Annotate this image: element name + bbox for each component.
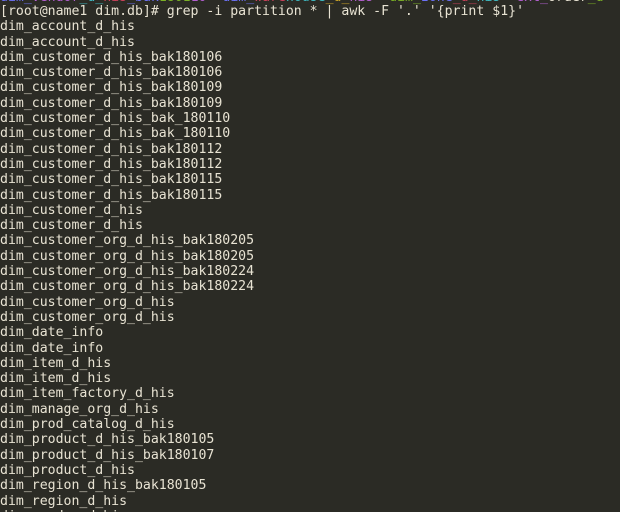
output-line: dim_customer_d_his <box>0 218 143 234</box>
output-line: dim_customer_d_his_bak180115 <box>0 172 223 188</box>
output-line: dim_customer_d_his <box>0 202 143 218</box>
output-line: dim_date_info <box>0 340 104 356</box>
output-line: dim_customer_d_his_bak180112 <box>0 156 223 172</box>
output-line: dim_customer_d_his_bak180109 <box>0 95 223 111</box>
output-line: dim_account_d_his <box>0 34 135 50</box>
output-line: dim_account_d_his <box>0 19 135 35</box>
output-line: dim_customer_org_d_his <box>0 294 175 310</box>
shell-prompt-line: [root@name1 dim.db]# grep -i partition *… <box>0 4 525 19</box>
output-line: dim_customer_d_his_bak180109 <box>0 80 223 96</box>
terminal-window[interactable]: dim_vendor_d_his_bak180110 dim_warehouse… <box>0 0 620 512</box>
output-line: dim_customer_org_d_his_bak180205 <box>0 248 255 264</box>
output-line: dim_product_d_his_bak180107 <box>0 447 215 463</box>
output-line: dim_product_d_his_bak180105 <box>0 432 215 448</box>
output-line: dim_prod_catalog_d_his <box>0 417 175 433</box>
output-line: dim_customer_d_his_bak180106 <box>0 65 223 81</box>
output-line: dim_manage_org_d_his <box>0 401 159 417</box>
output-line: dim_customer_d_his_bak180115 <box>0 187 223 203</box>
output-line: dim_customer_d_his_bak_180110 <box>0 126 231 142</box>
output-line: dim_region_d_his <box>0 493 128 509</box>
output-line: dim_customer_org_d_his <box>0 309 175 325</box>
output-line: dim_customer_d_his_bak180112 <box>0 141 223 157</box>
output-line: dim_customer_org_d_his_bak180224 <box>0 264 255 280</box>
output-line: dim_item_d_his <box>0 371 112 387</box>
output-line: dim_item_d_his <box>0 355 112 371</box>
output-line: dim_customer_d_his_bak180106 <box>0 49 223 65</box>
output-line: dim_date_info <box>0 325 104 341</box>
output-line: dim_region_d_his_bak180105 <box>0 478 207 494</box>
terminal-screen: [root@name1 dim.db]# grep -i partition *… <box>0 4 620 512</box>
output-line: dim_item_factory_d_his <box>0 386 175 402</box>
output-line: dim_customer_d_his_bak_180110 <box>0 111 231 127</box>
output-line: dim_customer_org_d_his_bak180224 <box>0 279 255 295</box>
output-line: dim_product_d_his <box>0 462 135 478</box>
output-line: dim_customer_org_d_his_bak180205 <box>0 233 255 249</box>
